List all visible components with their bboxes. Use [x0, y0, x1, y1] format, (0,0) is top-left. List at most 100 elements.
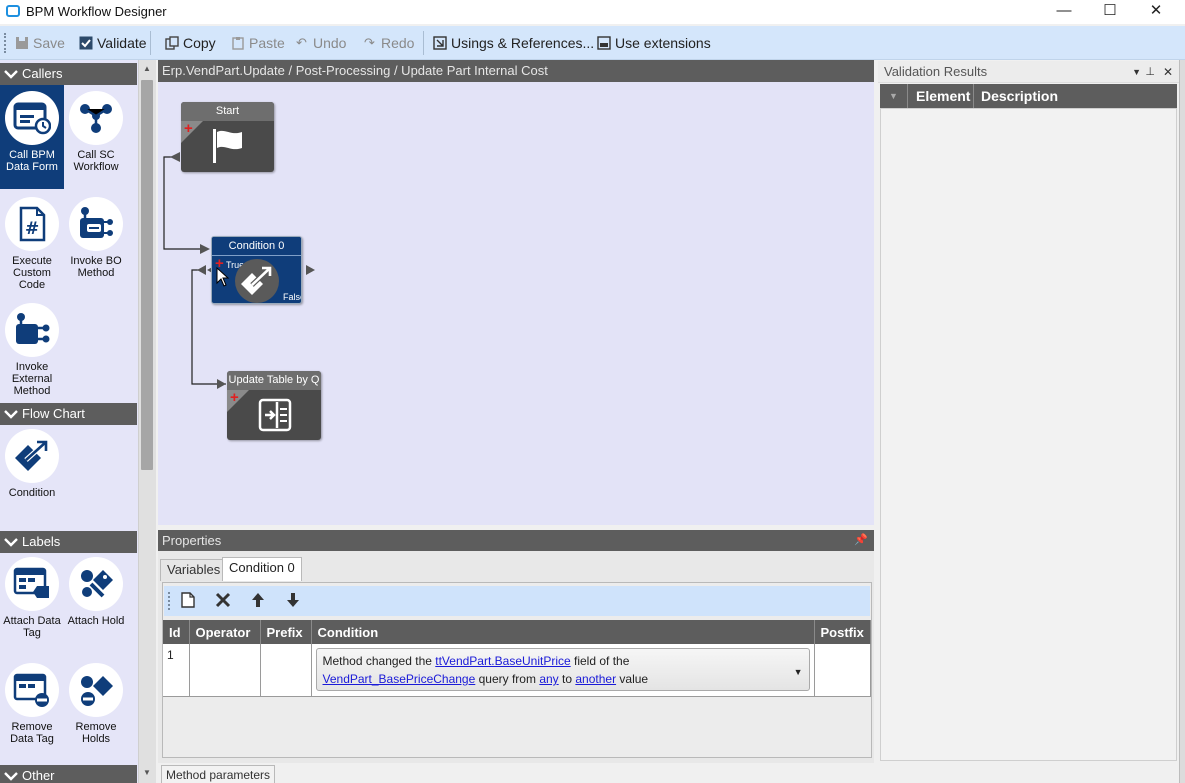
validate-button[interactable]: Validate	[78, 34, 147, 52]
move-up-button[interactable]	[248, 592, 268, 610]
cell-postfix[interactable]	[814, 644, 871, 697]
sort-icon[interactable]: ▼	[880, 84, 908, 108]
tab-variables[interactable]: Variables	[160, 559, 228, 581]
arrow-down-icon	[287, 593, 299, 607]
workflow-breadcrumb: Erp.VendPart.Update / Post-Processing / …	[158, 60, 874, 82]
other-section-header[interactable]: Other	[0, 765, 137, 783]
chevron-down-icon	[3, 765, 19, 783]
new-document-icon	[181, 592, 195, 608]
redo-icon: ↷	[364, 35, 375, 50]
tool-execute-custom-code[interactable]: # Execute Custom Code	[0, 191, 64, 295]
toolbar-grip[interactable]	[168, 592, 171, 610]
tool-call-bpm-data-form[interactable]: Call BPM Data Form	[0, 85, 64, 189]
palette-scrollbar-thumb[interactable]	[141, 80, 153, 470]
new-row-button[interactable]	[178, 592, 198, 610]
workflow-canvas[interactable]: Start + Condition 0 + True False	[158, 82, 874, 525]
pin-icon[interactable]: ⊥	[1145, 61, 1155, 83]
app-icon	[6, 5, 20, 17]
plus-icon[interactable]: +	[184, 121, 193, 136]
delete-row-button[interactable]	[213, 592, 233, 610]
col-description[interactable]: Description	[981, 84, 1058, 108]
maximize-button[interactable]: ☐	[1087, 0, 1133, 24]
properties-header: Properties 📌	[158, 530, 874, 551]
move-down-button[interactable]	[283, 592, 303, 610]
close-button[interactable]: ✕	[1133, 0, 1179, 24]
tool-remove-holds[interactable]: Remove Holds	[64, 657, 128, 761]
col-element[interactable]: Element	[908, 84, 974, 108]
mouse-cursor-icon	[216, 267, 230, 287]
usings-references-button[interactable]: Usings & References...	[432, 34, 594, 52]
update-table-node-title: Update Table by Q	[227, 371, 321, 390]
cell-operator[interactable]	[189, 644, 261, 697]
toolbar-separator	[150, 31, 151, 55]
extensions-icon	[596, 36, 611, 50]
callers-section-header[interactable]: Callers	[0, 63, 137, 85]
remove-holds-icon	[69, 663, 123, 717]
undo-button[interactable]: ↶ Undo	[294, 34, 346, 52]
tab-method-parameters[interactable]: Method parameters	[161, 765, 276, 783]
col-operator[interactable]: Operator	[189, 620, 261, 644]
dropdown-icon[interactable]: ▼	[1132, 61, 1141, 83]
col-postfix[interactable]: Postfix	[814, 620, 871, 644]
col-prefix[interactable]: Prefix	[260, 620, 312, 644]
update-table-icon	[258, 398, 292, 432]
tool-attach-data-tag[interactable]: Attach Data Tag	[0, 551, 64, 655]
flag-icon	[213, 129, 242, 163]
condition-icon	[235, 259, 279, 303]
tool-attach-hold[interactable]: Attach Hold	[64, 551, 128, 655]
chevron-down-icon[interactable]: ▼	[794, 663, 803, 681]
flowchart-section-header[interactable]: Flow Chart	[0, 403, 137, 425]
start-node[interactable]: Start +	[181, 102, 274, 172]
col-condition[interactable]: Condition	[311, 620, 815, 644]
close-icon[interactable]: ✕	[1163, 61, 1173, 83]
tool-condition[interactable]: Condition	[0, 423, 64, 527]
copy-button[interactable]: Copy	[164, 34, 216, 52]
col-id[interactable]: Id	[163, 620, 190, 644]
scroll-down-icon[interactable]: ▼	[143, 768, 151, 777]
cell-condition[interactable]: Method changed the ttVendPart.BaseUnitPr…	[311, 644, 815, 697]
validation-results-header: Validation Results ▼ ⊥ ✕	[878, 61, 1179, 83]
toolbar-grip[interactable]	[4, 33, 7, 53]
false-label: False	[283, 292, 301, 302]
update-table-node[interactable]: Update Table by Q +	[227, 371, 321, 440]
condition-node[interactable]: Condition 0 + True False	[211, 236, 302, 304]
plus-icon[interactable]: +	[230, 390, 239, 405]
pin-icon[interactable]: 📌	[854, 530, 868, 551]
cell-prefix[interactable]	[260, 644, 312, 697]
bo-method-icon	[69, 197, 123, 251]
query-link[interactable]: VendPart_BasePriceChange	[323, 672, 476, 686]
undo-icon: ↶	[296, 35, 307, 50]
tool-call-sc-workflow[interactable]: Call SC Workflow	[64, 85, 128, 189]
cell-id: 1	[163, 644, 190, 697]
field-link[interactable]: ttVendPart.BaseUnitPrice	[435, 654, 570, 668]
labels-section-header[interactable]: Labels	[0, 531, 137, 553]
remove-data-tag-icon	[5, 663, 59, 717]
delete-icon	[215, 592, 231, 608]
main-toolbar: Save Validate Copy Paste ↶ Undo ↷ Redo Usi…	[0, 26, 1185, 60]
custom-code-icon: #	[5, 197, 59, 251]
tool-invoke-external-method[interactable]: Invoke External Method	[0, 297, 64, 401]
checkbox-icon	[78, 36, 93, 50]
validation-grid-header: ▼ Element Description	[880, 84, 1177, 108]
save-button[interactable]: Save	[14, 34, 65, 52]
table-row[interactable]: 1 Method changed the ttVendPart.BaseUnit…	[163, 644, 871, 697]
tool-remove-data-tag[interactable]: Remove Data Tag	[0, 657, 64, 761]
use-extensions-button[interactable]: Use extensions	[596, 34, 711, 52]
data-tag-icon	[5, 557, 59, 611]
condition-node-title: Condition 0	[212, 237, 301, 256]
minimize-button[interactable]: —	[1041, 0, 1087, 24]
start-node-title: Start	[181, 102, 274, 121]
to-value-link[interactable]: another	[575, 672, 616, 686]
scroll-up-icon[interactable]: ▲	[143, 64, 151, 73]
data-form-icon	[5, 91, 59, 145]
tool-invoke-bo-method[interactable]: Invoke BO Method	[64, 191, 128, 295]
redo-button[interactable]: ↷ Redo	[362, 34, 414, 52]
condition-dropdown[interactable]: Method changed the ttVendPart.BaseUnitPr…	[315, 648, 810, 691]
paste-button[interactable]: Paste	[230, 34, 285, 52]
tab-condition-0[interactable]: Condition 0	[222, 557, 302, 581]
arrow-up-icon	[252, 593, 264, 607]
from-value-link[interactable]: any	[539, 672, 558, 686]
toolbar-separator	[423, 31, 424, 55]
condition-grid: Id Operator Prefix Condition Postfix 1 M…	[163, 620, 871, 697]
paste-icon	[230, 36, 245, 50]
